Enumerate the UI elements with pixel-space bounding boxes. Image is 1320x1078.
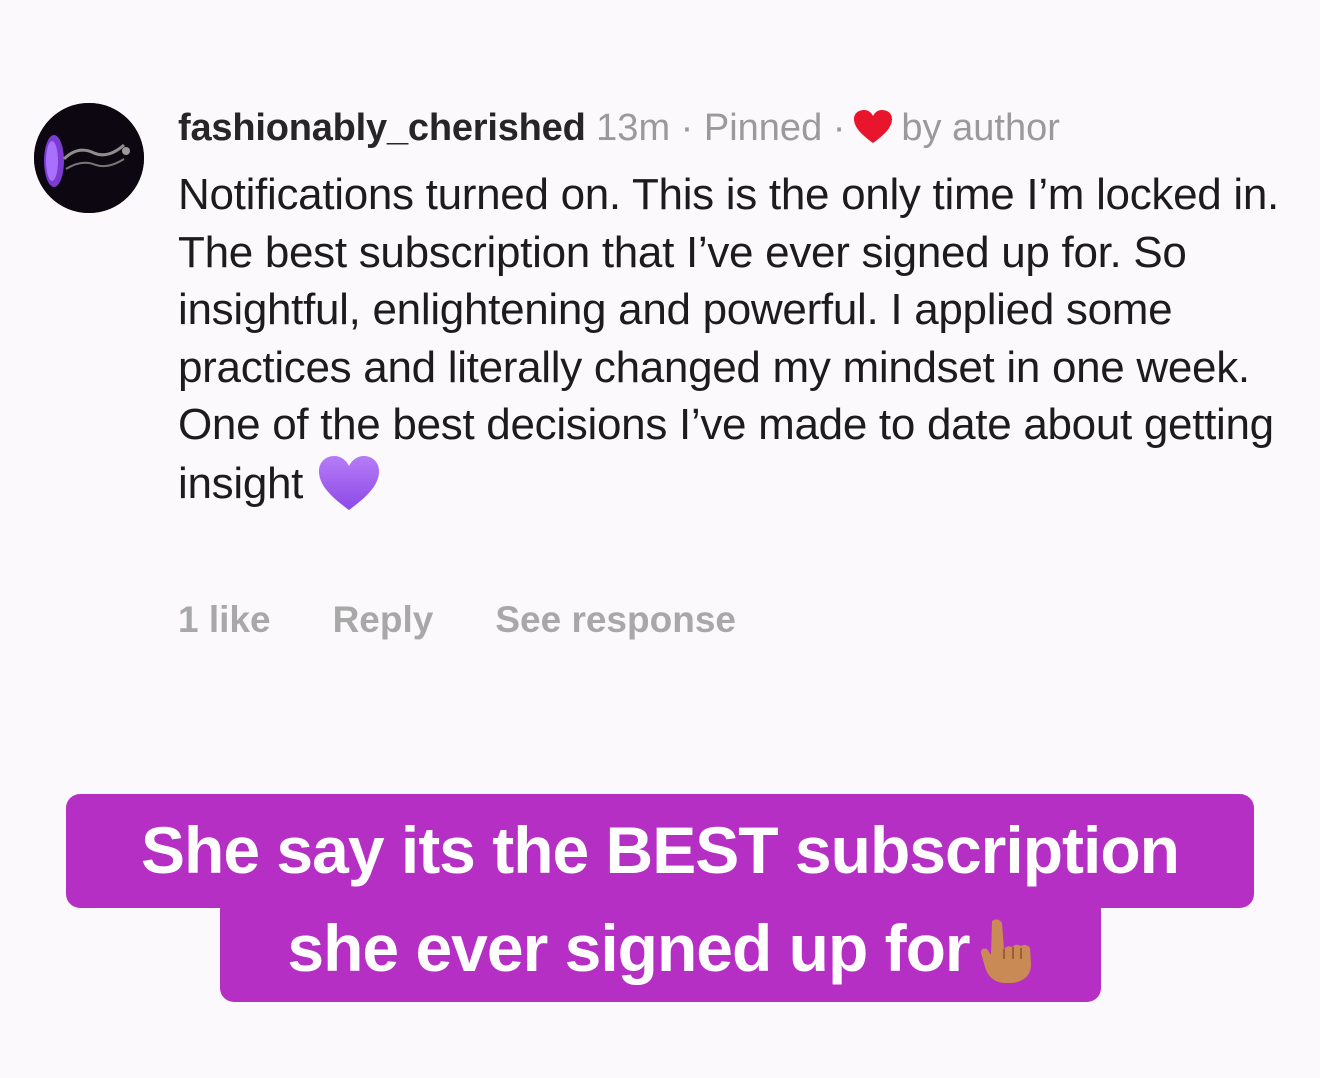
caption-line-2: she ever signed up for [220,896,1101,1002]
pointing-up-icon [974,908,1034,983]
caption-line-2-text: she ever signed up for [287,911,970,985]
comment-header: fashionably_cherished 13m · Pinned · by … [178,104,1060,150]
reply-button[interactable]: Reply [333,596,434,644]
username[interactable]: fashionably_cherished [178,105,586,151]
comment-actions: 1 like Reply See response [178,596,736,644]
purple-heart-icon [317,454,381,512]
avatar-logo [34,103,144,213]
liked-by-author-label: by author [901,107,1060,149]
timestamp: 13m [596,107,671,149]
avatar[interactable] [34,103,144,213]
red-heart-icon [853,109,893,145]
pinned-label: Pinned [703,107,823,149]
comment-text: Notifications turned on. This is the onl… [178,166,1288,512]
separator: · [680,107,694,149]
separator: · [832,107,846,149]
caption-line-1: She say its the BEST subscription [66,794,1254,908]
see-response-button[interactable]: See response [495,596,736,644]
caption-line-1-text: She say its the BEST subscription [141,813,1180,887]
like-count[interactable]: 1 like [178,596,271,644]
